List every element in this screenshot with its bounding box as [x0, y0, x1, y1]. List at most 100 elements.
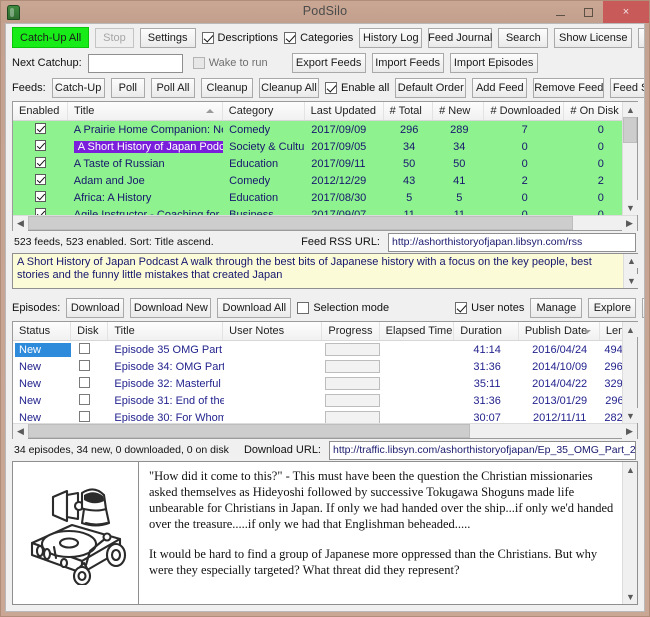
- about-button[interactable]: About: [638, 27, 644, 48]
- descriptions-checkbox[interactable]: Descriptions: [201, 31, 278, 44]
- episodes-hscroll-track[interactable]: [470, 424, 622, 438]
- feed-description-box[interactable]: A Short History of Japan Podcast A walk …: [12, 253, 639, 289]
- table-row[interactable]: Adam and Joe Comedy 2012/12/29 43 41 2 2: [13, 172, 637, 189]
- table-row[interactable]: New Episode 30: For Whom The ... 30:07 2012…: [13, 409, 637, 423]
- episode-disk-checkbox[interactable]: [71, 376, 108, 391]
- feeds-col-total[interactable]: # Total: [384, 102, 434, 120]
- feeds-vscroll-track[interactable]: [623, 143, 637, 200]
- maximize-icon[interactable]: [574, 1, 602, 23]
- feed-catch-up-button[interactable]: Catch-Up: [51, 78, 105, 98]
- episodes-vscroll-track[interactable]: [623, 337, 637, 408]
- episodes-col-title[interactable]: Title: [108, 322, 224, 340]
- search-button[interactable]: Search: [498, 27, 549, 48]
- feeds-col-title[interactable]: Title: [68, 102, 223, 120]
- scroll-up-icon[interactable]: ▲: [623, 322, 638, 337]
- add-feed-button[interactable]: Add Feed: [472, 78, 528, 98]
- episodes-col-disk[interactable]: Disk: [71, 322, 109, 340]
- feed-title-cell[interactable]: A Taste of Russian: [68, 158, 223, 170]
- table-row[interactable]: New Episode 32: Masterful Inacti... 35:11 2…: [13, 375, 637, 392]
- feed-title-cell[interactable]: Africa: A History: [68, 192, 223, 204]
- episode-disk-checkbox[interactable]: [71, 359, 108, 374]
- table-row[interactable]: New Episode 34: OMG Part 1 31:36 2014/10/09…: [13, 358, 637, 375]
- episode-description-scrollbar[interactable]: ▲ ▼: [622, 462, 637, 604]
- episode-description-scroll-track[interactable]: [623, 477, 637, 589]
- feeds-table-body[interactable]: A Prairie Home Companion: News from... Co…: [13, 121, 637, 215]
- episodes-table[interactable]: Status Disk Title User Notes Progress El…: [12, 321, 638, 439]
- default-order-button[interactable]: Default Order: [395, 78, 467, 98]
- scroll-down-icon[interactable]: ▼: [623, 200, 638, 215]
- episode-disk-checkbox[interactable]: [71, 393, 108, 408]
- feeds-col-downloaded[interactable]: # Downloaded: [484, 102, 565, 120]
- feed-rss-url-input[interactable]: http://ashorthistoryofjapan.libsyn.com/r…: [388, 232, 636, 252]
- settings-button[interactable]: Settings: [139, 27, 196, 48]
- download-url-input[interactable]: http://traffic.libsyn.com/ashorthistoryo…: [329, 440, 636, 460]
- table-row[interactable]: A Taste of Russian Education 2017/09/11 50 5…: [13, 155, 637, 172]
- feed-settings-button[interactable]: Feed Settings: [610, 78, 644, 98]
- episodes-horizontal-scrollbar[interactable]: ◀ ▶: [13, 423, 637, 439]
- episodes-col-elapsed-time[interactable]: Elapsed Time: [380, 322, 455, 340]
- wake-to-run-checkbox[interactable]: Wake to run: [192, 57, 268, 69]
- table-row[interactable]: A Short History of Japan Podcast Society …: [13, 138, 637, 155]
- table-row[interactable]: New Episode 31: End of the Sen... 31:36 201…: [13, 392, 637, 409]
- feed-enabled-checkbox[interactable]: [13, 173, 68, 188]
- export-feeds-button[interactable]: Export Feeds: [291, 53, 366, 73]
- episode-disk-checkbox[interactable]: [71, 342, 108, 357]
- episodes-hscroll-thumb[interactable]: [28, 424, 470, 438]
- feed-journal-button[interactable]: Feed Journal: [428, 27, 492, 48]
- explore-button[interactable]: Explore: [588, 298, 637, 318]
- next-catchup-input[interactable]: [87, 53, 183, 73]
- scroll-right-icon[interactable]: ▶: [622, 216, 637, 231]
- feeds-vertical-scrollbar[interactable]: ▲ ▼: [622, 102, 638, 215]
- feed-title-cell[interactable]: Adam and Joe: [68, 175, 223, 187]
- episode-disk-checkbox[interactable]: [71, 410, 108, 424]
- scroll-right-icon[interactable]: ▶: [622, 424, 637, 439]
- download-new-button[interactable]: Download New: [130, 298, 212, 318]
- feed-enabled-checkbox[interactable]: [13, 156, 68, 171]
- episodes-col-duration[interactable]: Duration: [454, 322, 519, 340]
- feed-title-cell[interactable]: A Short History of Japan Podcast: [68, 140, 224, 153]
- minimize-icon[interactable]: [546, 1, 574, 23]
- feed-poll-all-button[interactable]: Poll All: [150, 78, 195, 98]
- import-episodes-button[interactable]: Import Episodes: [449, 53, 538, 73]
- close-icon[interactable]: ×: [603, 1, 649, 23]
- show-license-button[interactable]: Show License: [554, 27, 633, 48]
- table-row[interactable]: New Episode 35 OMG Part 2 41:14 2016/04/24 4…: [13, 341, 637, 358]
- scroll-down-icon[interactable]: ▼: [624, 274, 639, 288]
- episodes-col-progress[interactable]: Progress: [322, 322, 380, 340]
- feeds-vscroll-thumb[interactable]: [623, 117, 637, 143]
- enable-all-checkbox[interactable]: Enable all: [324, 82, 389, 94]
- scroll-up-icon[interactable]: ▲: [624, 254, 639, 268]
- table-row[interactable]: A Prairie Home Companion: News from... Co…: [13, 121, 637, 138]
- feeds-col-last-updated[interactable]: Last Updated: [305, 102, 384, 120]
- feeds-col-new[interactable]: # New: [433, 102, 485, 120]
- selection-mode-checkbox[interactable]: Selection mode: [297, 302, 389, 314]
- stop-button[interactable]: Stop: [95, 27, 134, 48]
- feeds-col-category[interactable]: Category: [223, 102, 305, 120]
- feed-enabled-checkbox[interactable]: [13, 190, 68, 205]
- user-notes-checkbox[interactable]: User notes: [455, 302, 524, 314]
- categories-checkbox[interactable]: Categories: [284, 31, 353, 44]
- feed-title-cell[interactable]: A Prairie Home Companion: News from...: [68, 124, 223, 136]
- feed-enabled-checkbox[interactable]: [13, 139, 68, 154]
- episodes-col-status[interactable]: Status: [13, 322, 72, 340]
- feeds-table[interactable]: Enabled Title Category Last Updated # To…: [12, 101, 638, 231]
- feed-poll-button[interactable]: Poll: [110, 78, 145, 98]
- history-log-button[interactable]: History Log: [359, 27, 423, 48]
- episodes-col-publish-date[interactable]: Publish Date: [519, 322, 600, 340]
- scroll-up-icon[interactable]: ▲: [623, 102, 638, 117]
- import-feeds-button[interactable]: Import Feeds: [371, 53, 444, 73]
- catch-up-all-button[interactable]: Catch-Up All: [12, 27, 90, 48]
- episodes-col-user-notes[interactable]: User Notes: [223, 322, 323, 340]
- feeds-col-enabled[interactable]: Enabled: [13, 102, 69, 120]
- feeds-hscroll-track[interactable]: [573, 216, 622, 230]
- feeds-horizontal-scrollbar[interactable]: ◀ ▶: [13, 215, 637, 231]
- table-row[interactable]: Agile Instructor - Coaching for Agile Me…: [13, 206, 637, 215]
- download-all-button[interactable]: Download All: [217, 298, 292, 318]
- play-button[interactable]: Play: [642, 298, 644, 318]
- table-row[interactable]: Africa: A History Education 2017/08/30 5 5 0 0: [13, 189, 637, 206]
- scroll-down-icon[interactable]: ▼: [623, 408, 638, 423]
- feed-description-scroll-track[interactable]: [624, 268, 637, 274]
- episodes-table-body[interactable]: New Episode 35 OMG Part 2 41:14 2016/04/24 4…: [13, 341, 637, 423]
- feeds-hscroll-thumb[interactable]: [28, 216, 573, 230]
- remove-feed-button[interactable]: Remove Feed: [533, 78, 605, 98]
